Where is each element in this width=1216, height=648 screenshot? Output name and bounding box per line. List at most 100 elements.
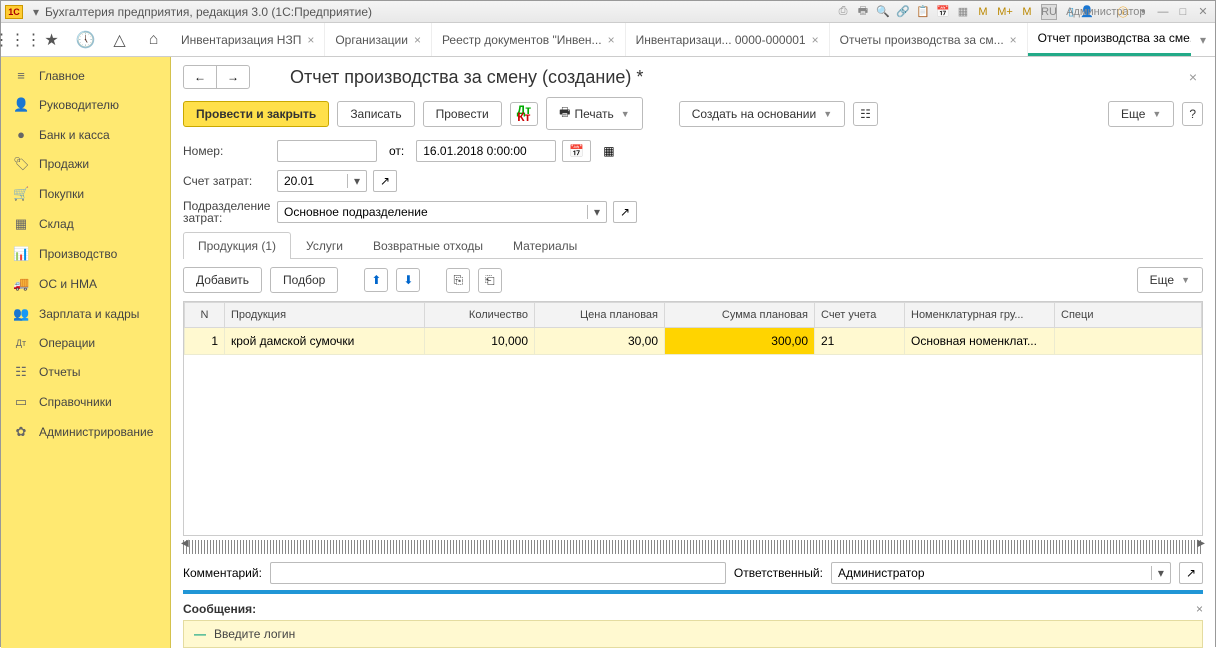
subtab-vozvrat[interactable]: Возвратные отходы — [358, 232, 498, 259]
info-dropdown-icon[interactable]: ▾ — [1135, 4, 1151, 20]
tab-5-active[interactable]: Отчет производства за сме...× — [1028, 23, 1191, 56]
pechat-button[interactable]: 🖶Печать▼ — [546, 97, 643, 130]
maximize-button[interactable]: □ — [1175, 4, 1191, 20]
podrazd-input[interactable]: Основное подразделение▾ — [277, 201, 607, 223]
message-text[interactable]: Введите логин — [214, 627, 295, 641]
copy-button[interactable]: ⎘ — [446, 268, 470, 293]
back-button[interactable]: ← — [184, 66, 217, 88]
open-ref-button[interactable]: ↗ — [1179, 562, 1203, 584]
clock-button[interactable]: ▦ — [597, 141, 620, 161]
date-input[interactable]: 16.01.2018 0:00:00 — [416, 140, 556, 162]
cell-acct[interactable]: 21 — [815, 328, 905, 355]
cell-prod[interactable]: крой дамской сумочки — [225, 328, 425, 355]
struct-button[interactable]: ☷ — [853, 102, 878, 126]
subtab-produkciya[interactable]: Продукция (1) — [183, 232, 291, 259]
sidebar-item-bank[interactable]: ●Банк и касса — [1, 120, 170, 149]
sidebar-item-assets[interactable]: 🚚ОС и НМА — [1, 269, 170, 299]
lang-badge[interactable]: RU — [1041, 4, 1057, 20]
nomer-input[interactable] — [277, 140, 377, 162]
provesti-button[interactable]: Провести — [423, 101, 502, 127]
forward-button[interactable]: → — [217, 66, 249, 88]
dropdown-icon[interactable]: ▾ — [347, 174, 366, 188]
subtab-materialy[interactable]: Материалы — [498, 232, 592, 259]
table-eshe-button[interactable]: Еще▼ — [1137, 267, 1203, 293]
clipboard-icon[interactable]: 🕔 — [69, 23, 103, 57]
open-ref-button[interactable]: ↗ — [613, 201, 637, 223]
dropdown-icon[interactable]: ▾ — [587, 205, 606, 219]
dtkt-button[interactable]: ДтКт — [510, 102, 538, 126]
cell-qty[interactable]: 10,000 — [425, 328, 535, 355]
calc-icon[interactable]: 📋 — [915, 4, 931, 20]
col-spec[interactable]: Специ — [1055, 303, 1202, 328]
close-icon[interactable]: × — [414, 33, 421, 47]
search-icon[interactable]: 🔍 — [875, 4, 891, 20]
bell-icon[interactable]: △ — [103, 23, 137, 57]
close-button[interactable]: ✕ — [1195, 4, 1211, 20]
sidebar-item-operations[interactable]: ДтОперации — [1, 329, 170, 357]
podbor-button[interactable]: Подбор — [270, 267, 338, 293]
col-price[interactable]: Цена плановая — [535, 303, 665, 328]
col-sum[interactable]: Сумма плановая — [665, 303, 815, 328]
close-icon[interactable]: × — [608, 33, 615, 47]
apps-icon[interactable]: ⋮⋮⋮ — [1, 23, 35, 57]
star-icon[interactable]: ★ — [35, 23, 69, 57]
sidebar-item-purchases[interactable]: 🛒Покупки — [1, 179, 170, 209]
sidebar-item-admin[interactable]: ✿Администрирование — [1, 417, 170, 447]
close-icon[interactable]: × — [1010, 33, 1017, 47]
print-icon[interactable]: ⎙ — [835, 4, 851, 20]
comment-input[interactable] — [270, 562, 726, 584]
messages-close-icon[interactable]: × — [1196, 602, 1203, 616]
sidebar-item-main[interactable]: ≡Главное — [1, 61, 170, 90]
move-up-button[interactable]: ⬆ — [364, 268, 388, 292]
cell-spec[interactable] — [1055, 328, 1202, 355]
tab-2[interactable]: Реестр документов "Инвен...× — [432, 23, 626, 56]
close-icon[interactable]: × — [307, 33, 314, 47]
grid-icon[interactable]: ▦ — [955, 4, 971, 20]
provesti-zakryt-button[interactable]: Провести и закрыть — [183, 101, 329, 127]
sidebar-item-salary[interactable]: 👥Зарплата и кадры — [1, 299, 170, 329]
tab-1[interactable]: Организации× — [325, 23, 432, 56]
subtab-uslugi[interactable]: Услуги — [291, 232, 358, 259]
open-ref-button[interactable]: ↗ — [373, 170, 397, 192]
cell-nom[interactable]: Основная номенклат... — [905, 328, 1055, 355]
products-table[interactable]: N Продукция Количество Цена плановая Сум… — [183, 301, 1203, 536]
info-icon[interactable]: ⓘ — [1115, 4, 1131, 20]
sidebar-item-reports[interactable]: ☷Отчеты — [1, 357, 170, 387]
cell-n[interactable]: 1 — [185, 328, 225, 355]
sidebar-item-production[interactable]: 📊Производство — [1, 239, 170, 269]
minimize-button[interactable]: — — [1155, 4, 1171, 20]
sidebar-item-warehouse[interactable]: ▦Склад — [1, 209, 170, 239]
col-n[interactable]: N — [185, 303, 225, 328]
dropdown-icon[interactable]: ▾ — [1151, 566, 1170, 580]
print2-icon[interactable]: 🖶 — [855, 4, 871, 20]
zapisat-button[interactable]: Записать — [337, 101, 414, 127]
menu-dropdown-icon[interactable]: ▾ — [33, 5, 39, 19]
m1-icon[interactable]: M — [975, 4, 991, 20]
tab-4[interactable]: Отчеты производства за см...× — [830, 23, 1028, 56]
tab-0[interactable]: Инвентаризация НЗП× — [171, 23, 325, 56]
col-acct[interactable]: Счет учета — [815, 303, 905, 328]
eshe-button[interactable]: Еще▼ — [1108, 101, 1174, 127]
horizontal-scrollbar[interactable] — [183, 540, 1203, 554]
link-icon[interactable]: 🔗 — [895, 4, 911, 20]
tabs-more-icon[interactable]: ▾ — [1191, 33, 1215, 47]
calendar-button[interactable]: 📅 — [562, 140, 591, 162]
col-qty[interactable]: Количество — [425, 303, 535, 328]
home-icon[interactable]: ⌂ — [137, 23, 171, 57]
col-nom[interactable]: Номенклатурная гру... — [905, 303, 1055, 328]
table-row[interactable]: 1 крой дамской сумочки 10,000 30,00 300,… — [185, 328, 1202, 355]
sozdat-button[interactable]: Создать на основании▼ — [679, 101, 845, 127]
help-button[interactable]: ? — [1182, 102, 1203, 126]
add-button[interactable]: Добавить — [183, 267, 262, 293]
close-icon[interactable]: × — [812, 33, 819, 47]
col-prod[interactable]: Продукция — [225, 303, 425, 328]
m3-icon[interactable]: M — [1019, 4, 1035, 20]
otvet-input[interactable]: Администратор▾ — [831, 562, 1171, 584]
sidebar-item-sales[interactable]: 🏷Продажи — [1, 149, 170, 179]
paste-button[interactable]: ⎗ — [478, 268, 502, 293]
schet-input[interactable]: 20.01▾ — [277, 170, 367, 192]
move-down-button[interactable]: ⬇ — [396, 268, 420, 292]
user-label[interactable]: 👤Администратор — [1089, 4, 1105, 20]
cell-sum[interactable]: 300,00 — [665, 328, 815, 355]
tab-3[interactable]: Инвентаризаци... 0000-000001× — [626, 23, 830, 56]
